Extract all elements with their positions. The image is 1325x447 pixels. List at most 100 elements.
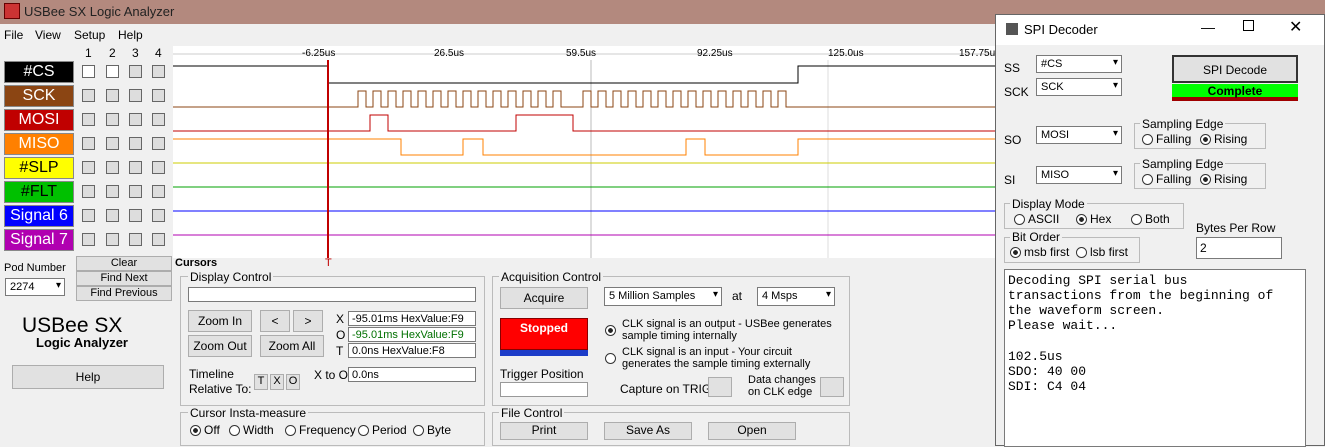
clear-button[interactable]: Clear xyxy=(76,256,172,271)
acquire-button[interactable]: Acquire xyxy=(500,287,588,309)
find-next-button[interactable]: Find Next xyxy=(76,271,172,286)
trigger-cell[interactable] xyxy=(152,137,165,150)
si-rising-radio[interactable]: Rising xyxy=(1200,172,1247,186)
so-rising-radio[interactable]: Rising xyxy=(1200,132,1247,146)
decode-output[interactable]: Decoding SPI serial bus transactions fro… xyxy=(1004,269,1306,447)
waveform-area[interactable] xyxy=(173,46,996,258)
spi-decode-button[interactable]: SPI Decode xyxy=(1172,55,1298,83)
menu-file[interactable]: File xyxy=(4,28,23,42)
pod-number-select[interactable]: 2274 xyxy=(5,278,65,296)
trigger-cell[interactable] xyxy=(152,113,165,126)
trigger-cell[interactable] xyxy=(82,161,95,174)
ss-select[interactable]: #CS xyxy=(1036,55,1122,73)
both-radio[interactable]: Both xyxy=(1131,212,1170,226)
find-previous-button[interactable]: Find Previous xyxy=(76,286,172,301)
signal-label-8[interactable]: Signal 7 xyxy=(4,229,74,251)
insta-width-radio[interactable]: Width xyxy=(229,423,274,437)
si-select[interactable]: MISO xyxy=(1036,166,1122,184)
trigger-cell[interactable] xyxy=(152,185,165,198)
relative-t-button[interactable]: T xyxy=(254,374,268,390)
trigger-cell[interactable] xyxy=(129,113,142,126)
trigger-cell[interactable] xyxy=(106,137,119,150)
trigger-cell[interactable] xyxy=(82,113,95,126)
trigger-cell[interactable] xyxy=(82,89,95,102)
trigger-cell[interactable] xyxy=(129,89,142,102)
clk-output-radio[interactable] xyxy=(605,323,619,337)
trigger-cell[interactable] xyxy=(106,233,119,246)
signal-label-6[interactable]: #FLT xyxy=(4,181,74,203)
help-button[interactable]: Help xyxy=(12,365,164,389)
zoom-out-button[interactable]: Zoom Out xyxy=(188,335,252,357)
trigger-marker[interactable]: T xyxy=(325,257,332,269)
samples-select[interactable]: 5 Million Samples xyxy=(604,287,722,306)
menu-help[interactable]: Help xyxy=(118,28,143,42)
insta-byte-radio[interactable]: Byte xyxy=(413,423,451,437)
maximize-icon[interactable] xyxy=(1243,20,1254,31)
lsb-first-radio[interactable]: lsb first xyxy=(1076,245,1128,259)
at-label: at xyxy=(732,289,743,303)
trigger-cell[interactable] xyxy=(152,161,165,174)
scroll-left-button[interactable]: < xyxy=(260,310,290,332)
trigger-cell[interactable] xyxy=(152,89,165,102)
open-button[interactable]: Open xyxy=(708,422,796,440)
app-icon xyxy=(4,3,20,19)
clk-edge-button[interactable] xyxy=(820,377,844,397)
trigger-cell[interactable] xyxy=(82,185,95,198)
signal-label-5[interactable]: #SLP xyxy=(4,157,74,179)
trigger-cell[interactable] xyxy=(106,209,119,222)
menu-setup[interactable]: Setup xyxy=(74,28,105,42)
clk-input-radio[interactable] xyxy=(605,351,619,365)
sck-select[interactable]: SCK xyxy=(1036,78,1122,96)
trigger-cell[interactable] xyxy=(152,233,165,246)
menu-view[interactable]: View xyxy=(35,28,61,42)
signal-label-1[interactable]: #CS xyxy=(4,61,74,83)
trigger-cell[interactable] xyxy=(106,89,119,102)
scroll-right-button[interactable]: > xyxy=(293,310,323,332)
trigger-cell[interactable] xyxy=(82,137,95,150)
trigger-cell[interactable] xyxy=(106,161,119,174)
trigger-cell[interactable] xyxy=(106,65,119,78)
insta-off-radio[interactable]: Off xyxy=(190,423,220,437)
trigger-cell[interactable] xyxy=(129,209,142,222)
output-line: SDO: 40 00 xyxy=(1008,364,1087,379)
signal-label-4[interactable]: MISO xyxy=(4,133,74,155)
relative-o-button[interactable]: O xyxy=(286,374,300,390)
print-button[interactable]: Print xyxy=(500,422,588,440)
trigger-cell[interactable] xyxy=(129,65,142,78)
insta-frequency-radio[interactable]: Frequency xyxy=(285,423,356,437)
trigger-cell[interactable] xyxy=(129,185,142,198)
trigger-cell[interactable] xyxy=(129,161,142,174)
bytes-per-row-input[interactable]: 2 xyxy=(1196,237,1282,259)
sample-rate-select[interactable]: 4 Msps xyxy=(757,287,835,306)
close-icon[interactable]: ✕ xyxy=(1289,17,1302,37)
so-select[interactable]: MOSI xyxy=(1036,126,1122,144)
zoom-all-button[interactable]: Zoom All xyxy=(260,335,324,357)
output-line: transactions from the beginning of xyxy=(1008,288,1274,303)
trigger-cell[interactable] xyxy=(82,65,95,78)
trigger-position-slider[interactable] xyxy=(500,382,588,397)
trigger-cell[interactable] xyxy=(152,209,165,222)
trigger-cell[interactable] xyxy=(106,113,119,126)
signal-label-2[interactable]: SCK xyxy=(4,85,74,107)
si-falling-radio[interactable]: Falling xyxy=(1142,172,1191,186)
trigger-cell[interactable] xyxy=(82,209,95,222)
ascii-radio[interactable]: ASCII xyxy=(1014,212,1059,226)
insta-period-radio[interactable]: Period xyxy=(358,423,407,437)
relative-x-button[interactable]: X xyxy=(270,374,284,390)
trigger-cell[interactable] xyxy=(152,65,165,78)
display-overview-bar[interactable] xyxy=(188,287,476,302)
so-falling-radio[interactable]: Falling xyxy=(1142,132,1191,146)
zoom-in-button[interactable]: Zoom In xyxy=(188,310,252,332)
capture-on-trig-button[interactable] xyxy=(708,377,732,397)
display-mode-legend: Display Mode xyxy=(1010,197,1087,211)
trigger-cell[interactable] xyxy=(129,233,142,246)
save-as-button[interactable]: Save As xyxy=(604,422,692,440)
msb-first-radio[interactable]: msb first xyxy=(1010,245,1069,259)
trigger-cell[interactable] xyxy=(82,233,95,246)
signal-label-3[interactable]: MOSI xyxy=(4,109,74,131)
trigger-cell[interactable] xyxy=(129,137,142,150)
signal-label-7[interactable]: Signal 6 xyxy=(4,205,74,227)
trigger-cell[interactable] xyxy=(106,185,119,198)
minimize-icon[interactable]: — xyxy=(1201,19,1215,35)
hex-radio[interactable]: Hex xyxy=(1076,212,1111,226)
